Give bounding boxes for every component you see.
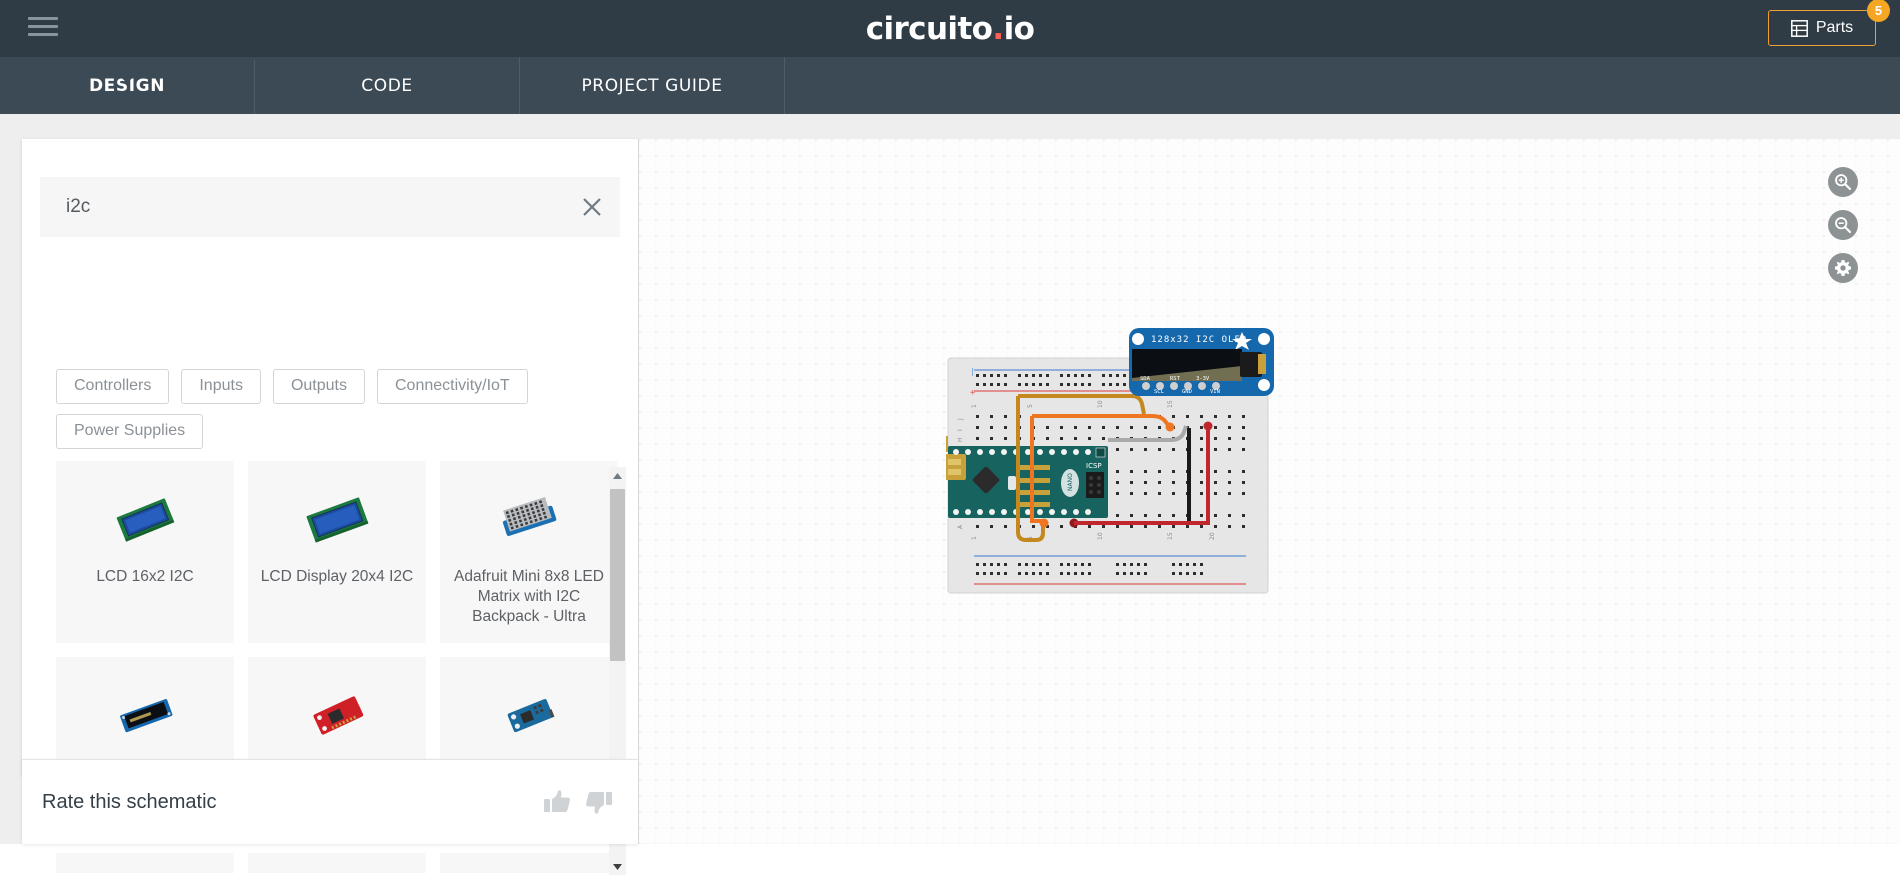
rate-buttons (544, 789, 612, 815)
page-body: Controllers Inputs Outputs Connectivity/… (0, 114, 1900, 875)
svg-text:NANO: NANO (1067, 473, 1074, 491)
oled-128x32-image (103, 683, 187, 747)
hamburger-line (28, 32, 58, 36)
mpu6050-red-board-image (295, 683, 379, 747)
parts-count-badge: 5 (1867, 0, 1890, 22)
svg-text:J: J (957, 418, 964, 421)
rate-schematic-bar: Rate this schematic (22, 759, 638, 844)
svg-text:10: 10 (1097, 532, 1104, 540)
main-tab-bar: DESIGN CODE PROJECT GUIDE (0, 57, 1900, 114)
filter-chip-inputs[interactable]: Inputs (181, 369, 261, 404)
tab-code-label: CODE (361, 75, 413, 96)
hmc5883l-blue-board-image (487, 683, 571, 747)
chip-label: Power Supplies (74, 422, 186, 439)
filter-chip-power-supplies[interactable]: Power Supplies (56, 414, 204, 449)
component-card-label: Adafruit Mini 8x8 LED Matrix with I2C Ba… (454, 568, 604, 625)
svg-text:SCL: SCL (1154, 389, 1165, 395)
app-logo-text: circuito.io (866, 11, 1035, 47)
search-bar (40, 177, 620, 237)
parts-button[interactable]: Parts (1768, 10, 1876, 46)
filter-chip-controllers[interactable]: Controllers (56, 369, 170, 404)
svg-text:5: 5 (1027, 404, 1034, 408)
led-matrix-8x8-image (487, 487, 571, 551)
hamburger-menu-icon[interactable] (28, 13, 58, 39)
scrollbar-up-arrow[interactable] (609, 467, 626, 484)
scrollbar-thumb[interactable] (610, 489, 625, 661)
component-card-adafruit-8x8-matrix[interactable]: Adafruit Mini 8x8 LED Matrix with I2C Ba… (440, 461, 618, 643)
zoom-in-icon (1834, 173, 1852, 191)
svg-text:1: 1 (971, 404, 978, 408)
svg-text:10: 10 (1097, 400, 1104, 408)
svg-text:H: H (957, 437, 964, 442)
chevron-down-icon (613, 858, 622, 876)
component-card-label: LCD 16x2 I2C (96, 568, 194, 585)
scrollbar-down-arrow[interactable] (609, 858, 626, 875)
schematic-canvas[interactable]: | + J I H A 1 5 10 15 1 5 10 15 20 NANO … (638, 139, 1900, 844)
search-input[interactable] (40, 177, 564, 237)
svg-text:128x32 I2C OLED: 128x32 I2C OLED (1151, 335, 1247, 345)
svg-text:I: I (957, 429, 964, 431)
component-search-panel: Controllers Inputs Outputs Connectivity/… (22, 139, 638, 875)
tab-code[interactable]: CODE (255, 57, 520, 114)
svg-text:SDA: SDA (1140, 376, 1151, 382)
svg-text:ICSP: ICSP (1086, 462, 1102, 470)
chip-label: Inputs (199, 377, 243, 394)
svg-text:|: | (970, 367, 975, 376)
tab-project-guide-label: PROJECT GUIDE (581, 75, 723, 96)
tab-project-guide[interactable]: PROJECT GUIDE (520, 57, 785, 114)
hamburger-line (28, 16, 58, 20)
app-logo: circuito.io (0, 0, 1900, 57)
svg-text:GND: GND (1182, 389, 1192, 395)
logo-dot: . (992, 10, 1004, 47)
component-card-partial[interactable] (56, 853, 234, 873)
zoom-out-button[interactable] (1828, 210, 1858, 240)
svg-text:1: 1 (971, 536, 978, 540)
svg-text:15: 15 (1167, 400, 1174, 408)
grid-table-icon (1790, 19, 1808, 37)
settings-gear-icon (1834, 259, 1852, 277)
clear-search-button[interactable] (564, 177, 620, 237)
thumbs-up-icon[interactable] (544, 789, 571, 815)
canvas-settings-button[interactable] (1828, 253, 1858, 283)
component-card-partial[interactable] (440, 853, 618, 873)
canvas-tool-buttons (1828, 167, 1858, 283)
component-card-partial[interactable] (248, 853, 426, 873)
chip-label: Connectivity/IoT (394, 377, 510, 394)
component-card-lcd-20x4-i2c[interactable]: LCD Display 20x4 I2C (248, 461, 426, 643)
svg-text:3-3V: 3-3V (1196, 376, 1210, 382)
logo-tld: io (1003, 10, 1035, 47)
active-tab-pointer (0, 57, 255, 83)
svg-text:RST: RST (1170, 376, 1181, 382)
breadboard-circuit-diagram[interactable]: | + J I H A 1 5 10 15 1 5 10 15 20 NANO … (809, 328, 1386, 633)
logo-name: circuito (865, 10, 993, 47)
svg-text:+: + (970, 388, 976, 398)
filter-chip-outputs[interactable]: Outputs (272, 369, 365, 404)
thumbs-down-icon[interactable] (585, 789, 612, 815)
zoom-in-button[interactable] (1828, 167, 1858, 197)
chip-label: Controllers (74, 377, 152, 394)
category-filter-chips: Controllers Inputs Outputs Connectivity/… (56, 369, 616, 449)
filter-chip-connectivity[interactable]: Connectivity/IoT (376, 369, 528, 404)
rate-schematic-title: Rate this schematic (42, 790, 217, 813)
svg-text:VIN: VIN (1210, 389, 1220, 395)
lcd-green-blue-image (103, 487, 187, 551)
parts-button-label: Parts (1815, 19, 1854, 36)
svg-text:15: 15 (1167, 532, 1174, 540)
chip-label: Outputs (290, 377, 347, 394)
close-x-icon (581, 196, 603, 218)
svg-text:20: 20 (1209, 532, 1216, 540)
component-card-lcd-16x2-i2c[interactable]: LCD 16x2 I2C (56, 461, 234, 643)
top-bar: circuito.io Parts 5 (0, 0, 1900, 57)
lcd-green-blue-wide-image (295, 487, 379, 551)
component-card-label: LCD Display 20x4 I2C (260, 568, 414, 585)
zoom-out-icon (1834, 216, 1852, 234)
hamburger-line (28, 24, 58, 28)
chevron-up-icon (613, 467, 622, 485)
